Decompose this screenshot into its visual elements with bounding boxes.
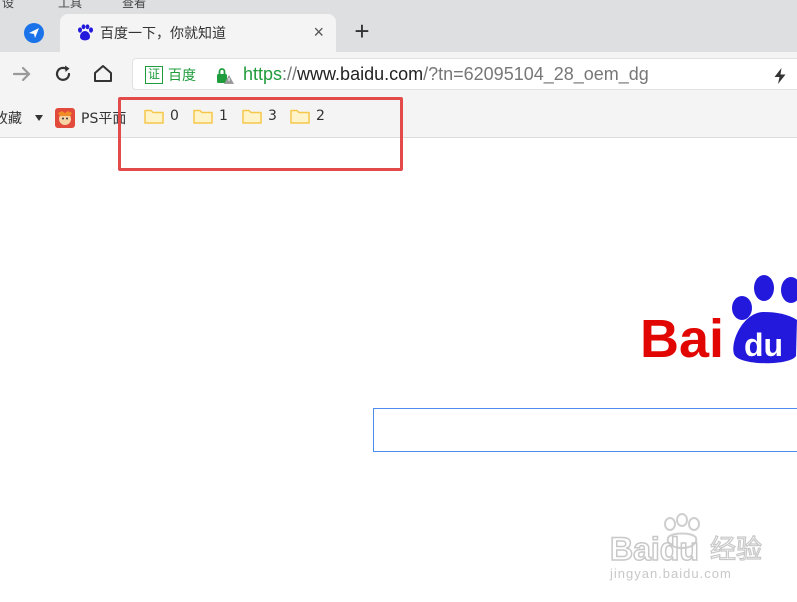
forward-button[interactable] [10,62,34,86]
baidu-jingyan-watermark: Baidu 经验 jingyan.baidu.com [606,512,797,592]
menu-hint-2[interactable]: 工具 [58,0,82,11]
bookmark-ps[interactable]: PS平面 [55,108,126,128]
address-bar[interactable]: 证 百度 https://www.baidu.com/?tn=62095104_… [132,58,797,90]
lightning-icon[interactable] [771,67,789,85]
favorites-label: 收藏 [0,111,22,127]
search-input[interactable] [373,408,797,452]
certificate-indicator[interactable]: 证 百度 [145,65,196,85]
watermark-brand: Baidu [610,531,699,566]
home-icon [94,65,112,82]
reload-icon [55,65,71,81]
url-protocol: https [243,64,283,84]
toolbar: 证 百度 https://www.baidu.com/?tn=62095104_… [0,52,797,96]
lock-warning-icon[interactable] [215,67,235,85]
menu-strip: 设 工具 查看 [0,0,797,12]
url-separator: :// [282,64,298,84]
home-button[interactable] [91,62,115,86]
baidu-logo[interactable]: Bai du [640,272,797,367]
highlight-box [118,97,403,171]
menu-hint-3[interactable]: 查看 [122,0,146,11]
caret-down-icon [35,115,43,121]
reload-button[interactable] [51,62,75,86]
tab-bar: 百度一下，你就知道 × + [0,12,797,52]
watermark-url: jingyan.baidu.com [610,566,732,581]
watermark-suffix: 经验 [710,535,762,565]
logo-text-bai: Bai [640,309,724,367]
tab-title: 百度一下，你就知道 [100,26,226,42]
baidu-paw-icon [78,24,93,41]
send-arrow-icon [24,23,44,43]
arrow-right-icon [12,66,31,82]
menu-hint-1[interactable]: 设 [2,0,14,11]
url-path: /?tn=62095104_28_oem_dg [423,64,649,84]
tab-close-icon[interactable]: × [313,23,324,41]
active-tab[interactable]: 百度一下，你就知道 × [60,14,336,52]
cert-badge: 证 [145,66,163,84]
bookmark-favorites[interactable]: 收藏 [0,108,44,128]
ps-favicon-icon [55,108,75,128]
cert-site-name: 百度 [168,68,196,84]
new-tab-button[interactable]: + [350,18,374,44]
url-host: www.baidu.com [297,64,424,84]
url-text: https://www.baidu.com/?tn=62095104_28_oe… [243,64,649,85]
logo-text-du: du [744,327,783,363]
pinned-tab[interactable] [14,20,54,46]
